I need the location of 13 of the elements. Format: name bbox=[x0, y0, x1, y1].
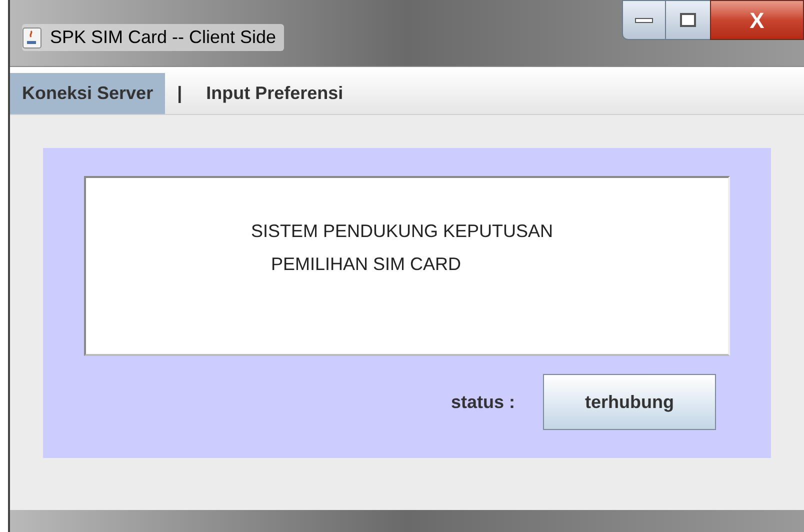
minimize-button[interactable] bbox=[622, 0, 666, 40]
maximize-button[interactable] bbox=[666, 0, 710, 40]
maximize-icon bbox=[680, 13, 696, 27]
status-label: status : bbox=[450, 390, 515, 414]
status-button[interactable]: terhubung bbox=[543, 374, 716, 430]
close-button[interactable]: X bbox=[710, 0, 804, 40]
banner-text: SISTEM PENDUKUNG KEPUTUSAN bbox=[251, 220, 554, 243]
menu-item[interactable]: Koneksi Server bbox=[10, 73, 166, 114]
banner-text: PEMILIHAN SIM CARD bbox=[271, 253, 462, 276]
menu-item[interactable]: | bbox=[165, 73, 194, 114]
window-title: SPK SIM Card -- Client Side bbox=[50, 26, 276, 49]
menu-item[interactable]: Input Preferensi bbox=[194, 73, 356, 114]
minimize-icon bbox=[635, 18, 653, 22]
